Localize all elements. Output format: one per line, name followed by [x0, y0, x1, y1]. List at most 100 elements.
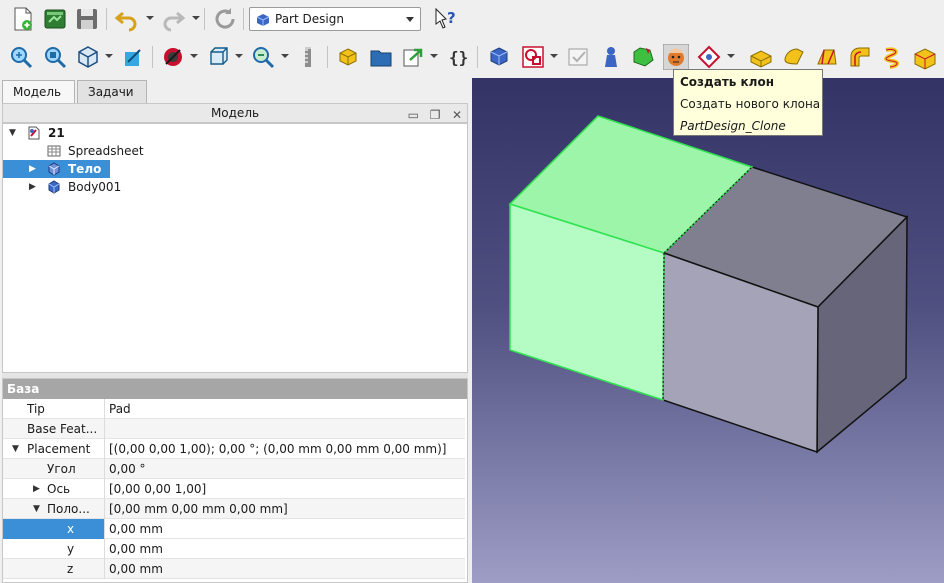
fit-all-icon[interactable] [8, 44, 34, 70]
axonometric-view-icon[interactable] [120, 44, 146, 70]
measure-icon[interactable] [250, 44, 276, 70]
datum-plane-icon[interactable] [696, 44, 722, 70]
property-name: Поло... [3, 499, 105, 519]
group-icon[interactable] [368, 44, 394, 70]
toolbar-separator [204, 8, 205, 30]
tree-item-label: Spreadsheet [68, 144, 144, 158]
property-row[interactable]: z 0,00 mm [3, 559, 465, 579]
tooltip: Создать клон Создать нового клона PartDe… [673, 69, 823, 136]
new-document-icon[interactable] [10, 6, 36, 32]
property-row-selected[interactable]: x 0,00 mm [3, 519, 465, 539]
property-group-header[interactable]: База [3, 379, 467, 399]
bounding-box-dropdown-icon[interactable] [235, 54, 243, 58]
tree-item-body-selected[interactable]: ▶ ▶ Тело [3, 160, 467, 178]
property-name: Угол [3, 459, 105, 479]
tree-item-label: Body001 [68, 180, 122, 194]
validate-sketch-icon[interactable] [566, 44, 592, 70]
undo-icon[interactable] [114, 6, 140, 32]
fit-selection-icon[interactable] [42, 44, 68, 70]
expand-arrow-icon[interactable]: ▶ [29, 160, 36, 178]
collapse-icon[interactable]: ▭ [407, 108, 419, 122]
body-icon [48, 180, 60, 194]
property-value[interactable]: Pad [107, 399, 131, 419]
property-row[interactable]: Base Feat... [3, 419, 465, 439]
property-value[interactable]: 0,00 mm [107, 539, 163, 559]
view-dropdown-icon[interactable] [105, 54, 113, 58]
link-icon[interactable] [400, 44, 426, 70]
tree-item-label: 21 [48, 126, 65, 140]
datum-dropdown-icon[interactable] [727, 54, 735, 58]
part-design-icon [256, 14, 270, 26]
property-row[interactable]: y 0,00 mm [3, 539, 465, 559]
toolbar-separator [152, 46, 153, 68]
shape-binder-icon[interactable] [598, 44, 624, 70]
subshape-binder-icon[interactable] [630, 44, 656, 70]
property-row[interactable]: Tip Pad [3, 399, 465, 419]
isometric-view-icon[interactable] [75, 44, 101, 70]
workbench-selector[interactable]: Part Design [249, 7, 421, 31]
model-panel-header: Модель ▭ ❐ ✕ [2, 103, 468, 123]
bounding-box-icon[interactable] [205, 44, 231, 70]
property-name: Tip [3, 399, 105, 419]
float-panel-icon[interactable]: ❐ [429, 108, 441, 122]
close-icon[interactable]: ✕ [451, 108, 463, 122]
property-name: Ось [3, 479, 105, 499]
property-row[interactable]: Угол 0,00 ° [3, 459, 465, 479]
refresh-icon[interactable] [212, 6, 238, 32]
svg-text:?: ? [447, 9, 456, 27]
tab-model-label: Модель [13, 85, 62, 99]
3d-view[interactable] [472, 78, 944, 583]
expand-arrow-icon[interactable]: ▼ [9, 124, 16, 142]
body-icon [48, 162, 60, 176]
property-name: Base Feat... [3, 419, 105, 439]
create-body-icon[interactable] [486, 44, 512, 70]
tab-tasks[interactable]: Задачи [77, 80, 147, 103]
combo-view-tabs: Модель Задачи [2, 80, 468, 104]
property-value[interactable]: 0,00 mm [107, 559, 163, 579]
property-row[interactable]: ▼ Поло... [0,00 mm 0,00 mm 0,00 mm] [3, 499, 465, 519]
clone-icon[interactable] [663, 44, 689, 70]
part-icon[interactable] [335, 44, 361, 70]
property-value[interactable]: [(0,00 0,00 1,00); 0,00 °; (0,00 mm 0,00… [107, 439, 447, 459]
additive-helix-icon[interactable] [880, 44, 906, 70]
tree-item-spreadsheet[interactable]: Spreadsheet [3, 142, 467, 160]
measure-distance-icon[interactable] [296, 44, 322, 70]
pad-icon[interactable] [748, 44, 774, 70]
tab-model[interactable]: Модель [2, 80, 75, 104]
redo-icon[interactable] [160, 6, 186, 32]
tree-item-document[interactable]: ▼ 21 [3, 124, 467, 142]
property-name: y [3, 539, 105, 559]
revolution-icon[interactable] [781, 44, 807, 70]
property-value[interactable]: [0,00 0,00 1,00] [107, 479, 206, 499]
macro-icon[interactable]: {} [446, 44, 472, 70]
property-row[interactable]: ▼ Placement [(0,00 0,00 1,00); 0,00 °; (… [3, 439, 465, 459]
property-row[interactable]: ▶ Ось [0,00 0,00 1,00] [3, 479, 465, 499]
expand-arrow-icon[interactable]: ▶ [29, 178, 36, 196]
draw-style-dropdown-icon[interactable] [190, 54, 198, 58]
workbench-label: Part Design [275, 12, 344, 26]
property-name: x [3, 519, 105, 539]
link-dropdown-icon[interactable] [430, 54, 438, 58]
additive-loft-icon[interactable] [814, 44, 840, 70]
toolbar-separator [327, 46, 328, 68]
save-icon[interactable] [74, 6, 100, 32]
tab-tasks-label: Задачи [88, 85, 134, 99]
sketch-dropdown-icon[interactable] [550, 54, 558, 58]
spreadsheet-icon [47, 145, 61, 157]
additive-primitive-icon[interactable] [912, 44, 938, 70]
tooltip-description: Создать нового клона [680, 97, 821, 111]
3d-scene[interactable] [472, 78, 944, 583]
property-value[interactable]: 0,00 ° [107, 459, 146, 479]
open-document-icon[interactable] [42, 6, 68, 32]
whats-this-icon[interactable]: ? [432, 6, 458, 32]
property-value[interactable]: 0,00 mm [107, 519, 163, 539]
draw-style-icon[interactable] [160, 44, 186, 70]
undo-dropdown-icon[interactable] [146, 16, 154, 20]
tree-item-body001[interactable]: ▶ Body001 [3, 178, 467, 196]
additive-pipe-icon[interactable] [847, 44, 873, 70]
redo-dropdown-icon[interactable] [192, 16, 200, 20]
property-value[interactable]: [0,00 mm 0,00 mm 0,00 mm] [107, 499, 288, 519]
create-sketch-icon[interactable] [520, 44, 546, 70]
property-name: Placement [3, 439, 105, 459]
measure-dropdown-icon[interactable] [281, 54, 289, 58]
